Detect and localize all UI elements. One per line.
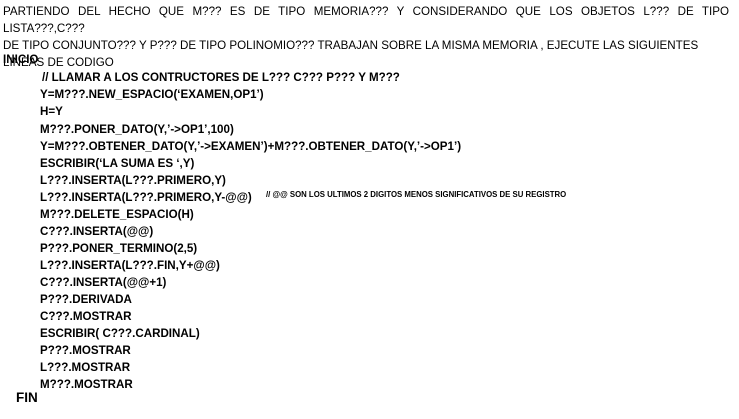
code-line: L???.INSERTA(L???.PRIMERO,Y) xyxy=(40,174,226,187)
code-line: Y=M???.OBTENER_DATO(Y,’->EXAMEN’)+M???.O… xyxy=(40,140,462,153)
code-line: M???.DELETE_ESPACIO(H) xyxy=(40,208,194,221)
code-line: M???.PONER_DATO(Y,’->OP1’,100) xyxy=(40,123,234,136)
intro-line-2: DE TIPO CONJUNTO??? Y P??? DE TIPO POLIN… xyxy=(3,39,699,52)
code-line: P???.DERIVADA xyxy=(40,293,132,306)
code-line: H=Y xyxy=(40,105,63,118)
intro-line-1: PARTIENDO DEL HECHO QUE M??? ES DE TIPO … xyxy=(3,5,729,35)
code-line: P???.MOSTRAR xyxy=(40,344,131,357)
register-digits-comment: // @@ SON LOS ULTIMOS 2 DIGITOS MENOS SI… xyxy=(266,190,567,199)
code-line: C???.INSERTA(@@) xyxy=(40,225,154,238)
code-line: L???.MOSTRAR xyxy=(40,361,131,374)
code-line: P???.PONER_TERMINO(2,5) xyxy=(40,242,198,255)
code-line: ESCRIBIR(‘LA SUMA ES ‘,Y) xyxy=(40,157,195,170)
code-line: L???.INSERTA(L???.FIN,Y+@@) xyxy=(40,259,220,272)
inicio-keyword: INICIO xyxy=(3,53,39,66)
fin-keyword: FIN xyxy=(16,390,38,405)
code-line: Y=M???.NEW_ESPACIO(‘EXAMEN,OP1’) xyxy=(40,88,264,101)
code-line: ESCRIBIR( C???.CARDINAL) xyxy=(40,327,200,340)
code-line: C???.INSERTA(@@+1) xyxy=(40,276,167,289)
intro-paragraph: PARTIENDO DEL HECHO QUE M??? ES DE TIPO … xyxy=(3,3,729,71)
document-page: PARTIENDO DEL HECHO QUE M??? ES DE TIPO … xyxy=(0,0,739,419)
constructor-comment: // LLAMAR A LOS CONTRUCTORES DE L??? C??… xyxy=(42,71,400,84)
code-line: M???.MOSTRAR xyxy=(40,378,133,391)
code-line: L???.INSERTA(L???.PRIMERO,Y-@@) xyxy=(40,191,252,204)
code-line: C???.MOSTRAR xyxy=(40,310,132,323)
